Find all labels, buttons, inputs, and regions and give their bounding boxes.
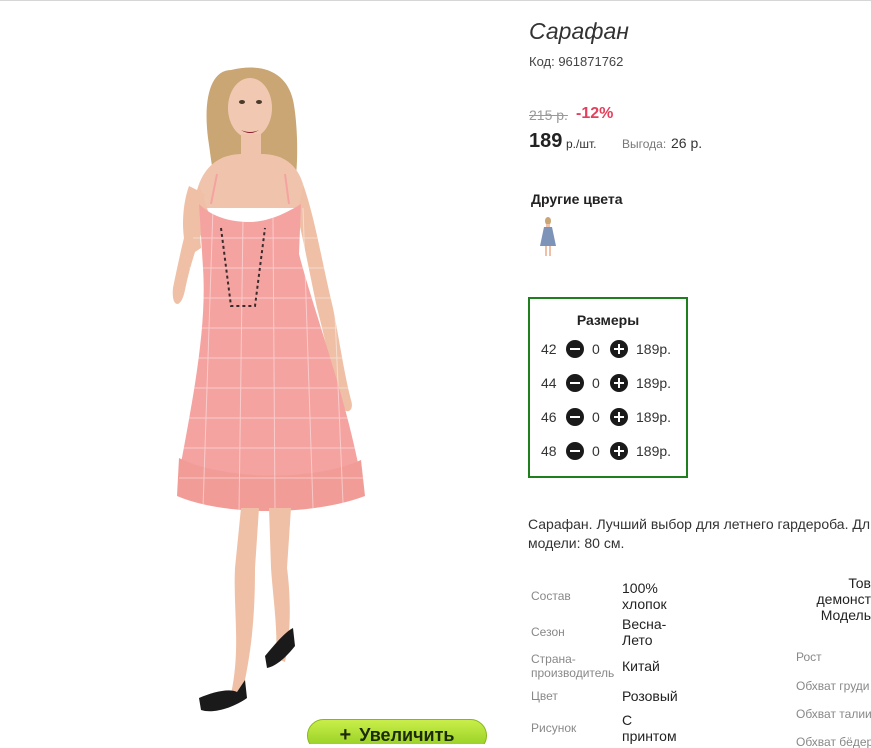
product-code: Код: 961871762 (529, 54, 624, 69)
property-label: Сезон (531, 625, 565, 639)
old-price: 215 р. (529, 107, 568, 123)
discount-badge: -12% (576, 105, 614, 122)
size-price: 189р. (636, 375, 672, 391)
size-row: 44 0 189р. (530, 372, 686, 394)
model-note: Тов демонст Модель (801, 575, 871, 623)
quantity-value: 0 (592, 443, 600, 459)
size-row: 46 0 189р. (530, 406, 686, 428)
quantity-value: 0 (592, 341, 600, 357)
property-value: Весна- (622, 616, 667, 632)
benefit-value: 26 р. (671, 135, 703, 151)
size-label: 44 (541, 375, 557, 391)
color-variant-thumbnail[interactable] (533, 216, 563, 260)
property-label: Цвет (531, 689, 558, 703)
property-value: Розовый (622, 688, 678, 704)
size-price: 189р. (636, 443, 672, 459)
minus-icon[interactable] (566, 442, 584, 460)
minus-icon[interactable] (566, 340, 584, 358)
quantity-value: 0 (592, 409, 600, 425)
benefit-label: Выгода: (622, 137, 667, 151)
current-price: 189 (529, 130, 563, 152)
measurement-label: Обхват бёдер (796, 735, 871, 748)
model-note-line: Модель (820, 607, 871, 623)
plus-circle-icon[interactable] (610, 408, 628, 426)
model-note-line: демонст (816, 591, 871, 607)
plus-circle-icon[interactable] (610, 340, 628, 358)
top-divider (0, 0, 871, 1)
plus-circle-icon[interactable] (610, 374, 628, 392)
quantity-value: 0 (592, 375, 600, 391)
sizes-panel: Размеры 42 0 189р. 44 0 189р. 46 0 189р.… (528, 297, 688, 478)
size-price: 189р. (636, 409, 672, 425)
size-price: 189р. (636, 341, 672, 357)
plus-circle-icon[interactable] (610, 442, 628, 460)
size-label: 46 (541, 409, 557, 425)
property-value: принтом (622, 728, 677, 744)
minus-icon[interactable] (566, 374, 584, 392)
dress-model-image (172, 67, 365, 712)
size-label: 42 (541, 341, 557, 357)
property-value: Китай (622, 658, 660, 674)
zoom-button-label: Увеличить (359, 725, 455, 744)
property-value: хлопок (622, 596, 667, 612)
plus-icon: + (339, 724, 352, 744)
property-value: 100% (622, 580, 658, 596)
property-label: производитель (531, 666, 615, 680)
product-photo[interactable]: + Увеличить (3, 8, 495, 744)
minus-icon[interactable] (566, 408, 584, 426)
other-colors-title: Другие цвета (531, 191, 623, 207)
measurement-label: Обхват талии (796, 707, 871, 721)
property-label: Рисунок (531, 721, 577, 735)
zoom-button[interactable]: + Увеличить (307, 719, 487, 744)
measurement-label: Рост (796, 650, 822, 664)
property-value: Лето (622, 632, 653, 648)
model-note-line: Тов (848, 575, 871, 591)
property-value: С (622, 712, 633, 728)
product-description: Сарафан. Лучший выбор для летнего гардер… (528, 515, 871, 553)
measurement-label: Обхват груди (796, 679, 870, 693)
description-line: Сарафан. Лучший выбор для летнего гардер… (528, 516, 871, 532)
property-label: Страна- (531, 652, 576, 666)
blue-dress-icon (540, 217, 556, 256)
sizes-title: Размеры (576, 312, 640, 328)
size-row: 48 0 189р. (530, 440, 686, 462)
property-label: Состав (531, 589, 571, 603)
product-title: Сарафан (529, 18, 629, 44)
size-row: 42 0 189р. (530, 338, 686, 360)
price-unit: р./шт. (566, 137, 597, 151)
size-label: 48 (541, 443, 557, 459)
description-line: модели: 80 см. (528, 535, 625, 551)
